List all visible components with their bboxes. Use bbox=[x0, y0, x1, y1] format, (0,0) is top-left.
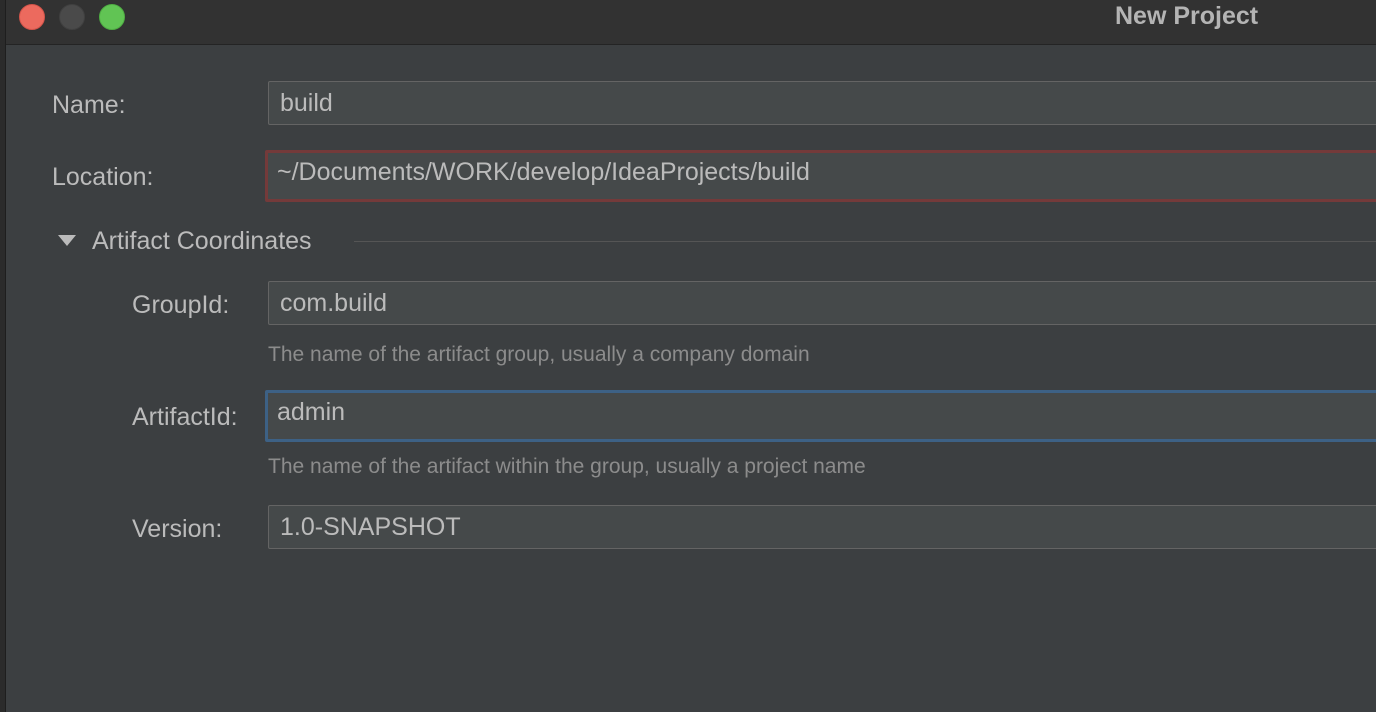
version-label: Version: bbox=[132, 515, 223, 543]
name-input[interactable]: build bbox=[268, 81, 1376, 125]
section-divider bbox=[354, 241, 1376, 242]
location-input[interactable]: ~/Documents/WORK/develop/IdeaProjects/bu… bbox=[265, 150, 1376, 202]
artifactid-hint: The name of the artifact within the grou… bbox=[268, 455, 866, 478]
window-title: New Project bbox=[1115, 2, 1259, 30]
triangle-down-icon[interactable] bbox=[58, 235, 76, 246]
artifactid-input[interactable]: admin bbox=[265, 390, 1376, 442]
maximize-window-button[interactable] bbox=[99, 4, 125, 30]
groupid-label: GroupId: bbox=[132, 291, 230, 319]
close-window-button[interactable] bbox=[19, 4, 45, 30]
artifact-coordinates-section: Artifact Coordinates bbox=[58, 224, 1376, 258]
minimize-window-button[interactable] bbox=[59, 4, 85, 30]
location-label: Location: bbox=[52, 163, 154, 191]
version-input[interactable]: 1.0-SNAPSHOT bbox=[268, 505, 1376, 549]
title-bar: New Project bbox=[6, 0, 1376, 45]
groupid-hint: The name of the artifact group, usually … bbox=[268, 343, 810, 366]
groupid-input[interactable]: com.build bbox=[268, 281, 1376, 325]
name-label: Name: bbox=[52, 91, 126, 119]
section-title[interactable]: Artifact Coordinates bbox=[92, 226, 312, 256]
new-project-dialog: New Project Name: build Location: ~/Docu… bbox=[6, 0, 1376, 712]
artifactid-label: ArtifactId: bbox=[132, 403, 238, 431]
